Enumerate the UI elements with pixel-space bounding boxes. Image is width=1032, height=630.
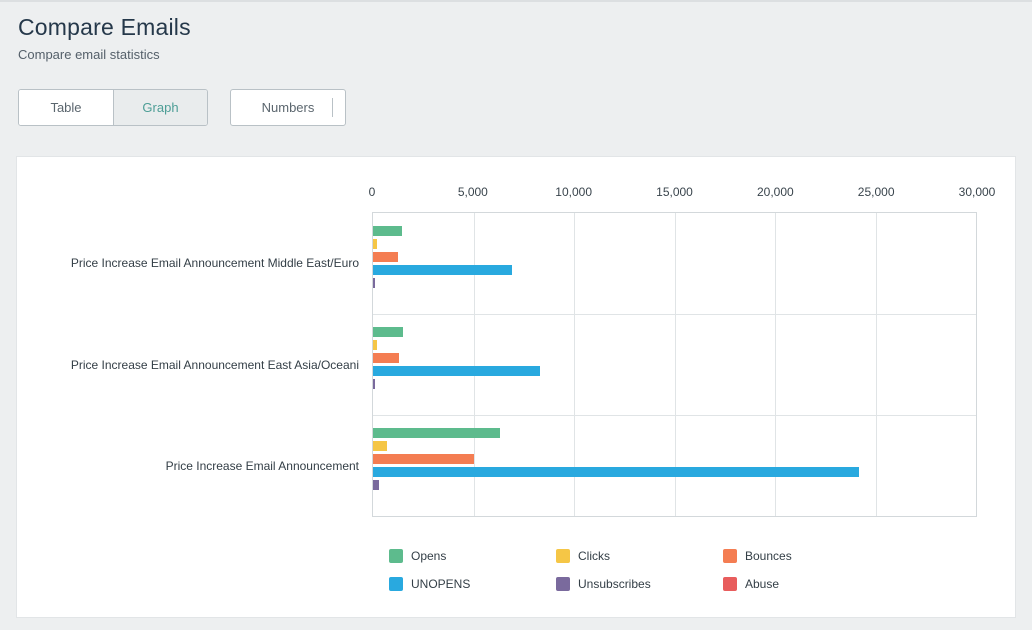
legend-label: Unsubscribes xyxy=(578,577,651,591)
legend-label: Opens xyxy=(411,549,446,563)
bar-unopens xyxy=(373,265,512,275)
category-label: Price Increase Email Announcement East A… xyxy=(17,358,359,372)
x-tick-label: 30,000 xyxy=(959,185,996,199)
bar-bounces xyxy=(373,454,474,464)
bar-opens xyxy=(373,226,402,236)
x-axis: 05,00010,00015,00020,00025,00030,000 xyxy=(372,185,977,203)
bar-group xyxy=(373,415,976,516)
tab-graph[interactable]: Graph xyxy=(113,90,207,125)
x-tick-label: 15,000 xyxy=(656,185,693,199)
plot-area xyxy=(372,212,977,517)
page-subtitle: Compare email statistics xyxy=(18,47,1014,62)
x-tick-label: 5,000 xyxy=(458,185,488,199)
legend-item-abuse[interactable]: Abuse xyxy=(723,577,890,591)
bar-unsubscribes xyxy=(373,480,379,490)
x-tick-label: 0 xyxy=(369,185,376,199)
page-title: Compare Emails xyxy=(18,14,1014,41)
view-toggle: Table Graph xyxy=(18,89,208,126)
bar-bounces xyxy=(373,353,399,363)
bar-unopens xyxy=(373,366,540,376)
page-header: Compare Emails Compare email statistics xyxy=(0,2,1032,62)
chart-legend: Opens Clicks Bounces UNOPENS Unsubscribes Abu… xyxy=(389,549,890,591)
bar-unsubscribes xyxy=(373,278,375,288)
legend-swatch xyxy=(556,549,570,563)
category-label: Price Increase Email Announcement xyxy=(17,459,359,473)
category-label: Price Increase Email Announcement Middle… xyxy=(17,256,359,270)
legend-label: Abuse xyxy=(745,577,779,591)
legend-label: Clicks xyxy=(578,549,610,563)
numbers-button[interactable]: Numbers xyxy=(230,89,346,126)
numbers-button-label: Numbers xyxy=(262,100,315,115)
legend-item-clicks[interactable]: Clicks xyxy=(556,549,723,563)
category-labels: Price Increase Email Announcement Middle… xyxy=(17,212,359,517)
legend-item-opens[interactable]: Opens xyxy=(389,549,556,563)
legend-item-unopens[interactable]: UNOPENS xyxy=(389,577,556,591)
legend-swatch xyxy=(389,549,403,563)
bar-group xyxy=(373,314,976,415)
bar-clicks xyxy=(373,441,387,451)
x-tick-label: 20,000 xyxy=(757,185,794,199)
bar-group xyxy=(373,213,976,314)
legend-item-bounces[interactable]: Bounces xyxy=(723,549,890,563)
legend-swatch xyxy=(389,577,403,591)
legend-item-unsubscribes[interactable]: Unsubscribes xyxy=(556,577,723,591)
chart-card: 0 5,000 10,000 15,000 20,000 25,000 30,000 Pri… xyxy=(16,156,1016,618)
bar-bounces xyxy=(373,252,398,262)
tab-table[interactable]: Table xyxy=(19,90,113,125)
x-tick-label: 10,000 xyxy=(555,185,592,199)
legend-swatch xyxy=(723,549,737,563)
bar-opens xyxy=(373,327,403,337)
x-tick-label: 25,000 xyxy=(858,185,895,199)
legend-swatch xyxy=(723,577,737,591)
bar-opens xyxy=(373,428,500,438)
bar-clicks xyxy=(373,340,377,350)
bar-clicks xyxy=(373,239,377,249)
legend-label: UNOPENS xyxy=(411,577,470,591)
numbers-button-divider xyxy=(332,98,333,117)
legend-swatch xyxy=(556,577,570,591)
bar-unsubscribes xyxy=(373,379,375,389)
toolbar: Table Graph Numbers xyxy=(0,89,1032,126)
legend-label: Bounces xyxy=(745,549,792,563)
bar-unopens xyxy=(373,467,859,477)
